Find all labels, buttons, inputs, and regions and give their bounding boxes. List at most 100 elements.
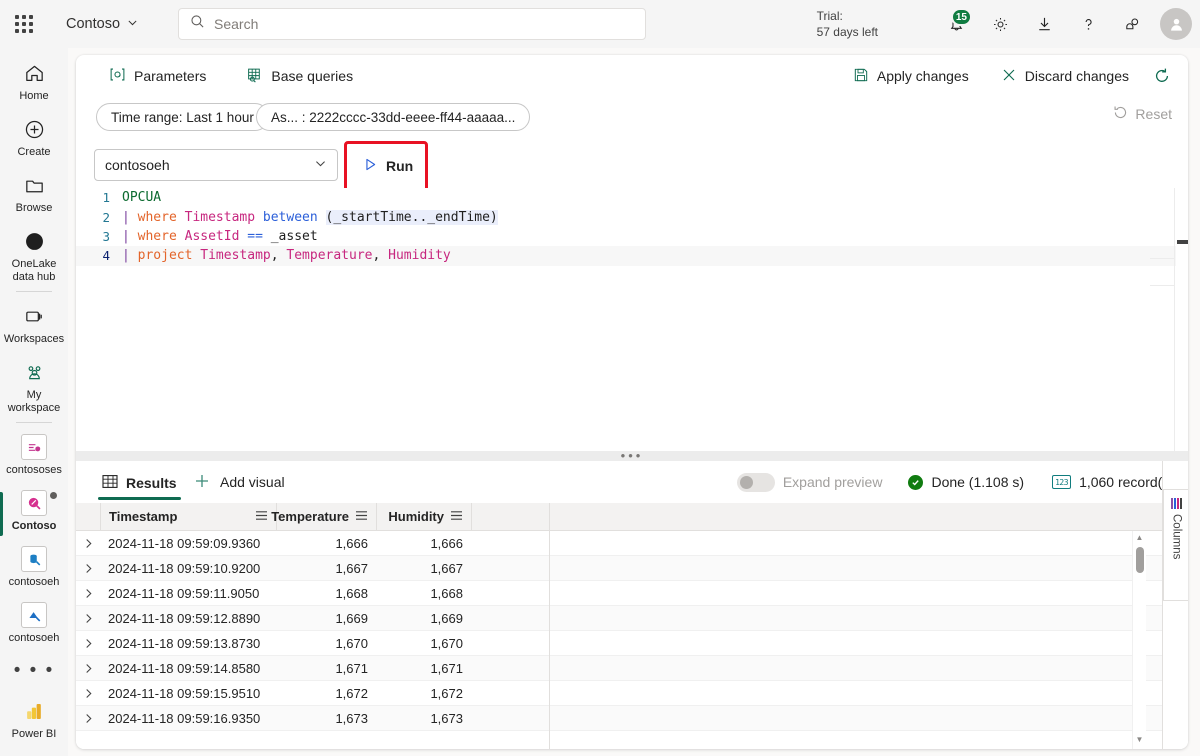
account-avatar[interactable] bbox=[1160, 8, 1192, 40]
chevron-right-icon[interactable] bbox=[76, 681, 100, 706]
hamburger-menu-icon[interactable] bbox=[450, 510, 463, 524]
chevron-right-icon[interactable] bbox=[76, 581, 100, 606]
app-launcher-icon[interactable] bbox=[0, 0, 48, 48]
cell-temperature: 1,670 bbox=[335, 635, 368, 651]
line-number: 4 bbox=[102, 248, 110, 264]
columns-panel-tab[interactable]: Columns bbox=[1163, 489, 1188, 601]
cell-temperature: 1,671 bbox=[335, 660, 368, 676]
feedback-icon[interactable] bbox=[1110, 0, 1154, 48]
discard-changes-button[interactable]: Discard changes bbox=[992, 61, 1138, 91]
editor-vertical-scrollbar[interactable] bbox=[1176, 188, 1188, 451]
reset-filters-button[interactable]: Reset bbox=[1113, 105, 1172, 123]
more-dots-icon: • • • bbox=[13, 660, 55, 681]
expand-preview-toggle[interactable] bbox=[736, 472, 775, 492]
column-header-humidity[interactable]: Humidity bbox=[376, 503, 471, 531]
column-header-label: Temperature bbox=[271, 509, 349, 524]
sidebar-item-contososes[interactable]: contososes bbox=[0, 428, 68, 484]
table-column-divider bbox=[549, 503, 550, 749]
help-icon[interactable] bbox=[1066, 0, 1110, 48]
sidebar-item-contoso[interactable]: Contoso bbox=[0, 484, 68, 540]
left-navigation: Home Create Browse OneLake data hub Work… bbox=[0, 48, 68, 756]
tab-results[interactable]: Results bbox=[98, 463, 181, 503]
sidebar-item-browse[interactable]: Browse bbox=[0, 166, 68, 222]
code-text: | where AssetId == _asset bbox=[122, 228, 318, 244]
base-queries-label: Base queries bbox=[271, 68, 354, 84]
cell-timestamp: 2024-11-18 09:59:11.9050 bbox=[108, 585, 260, 601]
database-select[interactable]: contosoeh bbox=[94, 149, 338, 181]
base-queries-button[interactable]: Base queries bbox=[237, 61, 362, 91]
chevron-right-icon[interactable] bbox=[76, 656, 100, 681]
chevron-right-icon[interactable] bbox=[76, 556, 100, 581]
cell-filler bbox=[471, 656, 1188, 681]
pane-splitter[interactable]: ••• bbox=[76, 448, 1188, 463]
scroll-up-arrow-icon[interactable]: ▲ bbox=[1136, 531, 1144, 545]
sidebar-item-label: contosoeh bbox=[8, 632, 60, 644]
table-row[interactable]: 2024-11-18 09:59:10.9200 1,667 1,667 bbox=[76, 556, 1188, 581]
sidebar-item-contosoeh-kql[interactable]: contosoeh bbox=[0, 596, 68, 652]
code-line[interactable]: 1 OPCUA bbox=[76, 188, 1188, 207]
query-editor-card: Parameters Base queries Apply changes Di… bbox=[76, 55, 1188, 749]
splitter-grip-icon: ••• bbox=[620, 448, 644, 463]
column-header-label: Humidity bbox=[388, 509, 444, 524]
parameters-button[interactable]: Parameters bbox=[100, 61, 215, 91]
asset-filter-pill[interactable]: As... : 2222cccc-33dd-eeee-ff44-aaaaa... bbox=[256, 103, 531, 131]
tenant-switcher[interactable]: Contoso bbox=[60, 12, 144, 36]
table-row[interactable]: 2024-11-18 09:59:16.9350 1,673 1,673 bbox=[76, 706, 1188, 731]
sidebar-item-my-workspace[interactable]: My workspace bbox=[0, 353, 68, 415]
column-header-temperature[interactable]: Temperature bbox=[271, 503, 376, 531]
cell-timestamp: 2024-11-18 09:59:13.8730 bbox=[108, 635, 261, 651]
hamburger-menu-icon[interactable] bbox=[245, 510, 268, 524]
sidebar-item-workspaces[interactable]: Workspaces bbox=[0, 297, 68, 353]
table-row[interactable]: 2024-11-18 09:59:15.9510 1,672 1,672 bbox=[76, 681, 1188, 706]
parameters-label: Parameters bbox=[134, 68, 207, 84]
chevron-right-icon[interactable] bbox=[76, 531, 100, 556]
editor-scroll-thumb[interactable] bbox=[1177, 240, 1188, 244]
kql-code-editor[interactable]: 1 OPCUA 2 | where Timestamp between (_start… bbox=[76, 188, 1188, 451]
time-range-pill[interactable]: Time range: Last 1 hour bbox=[96, 103, 269, 131]
time-range-label: Time range: Last 1 hour bbox=[111, 109, 254, 125]
table-row[interactable]: 2024-11-18 09:59:13.8730 1,670 1,670 bbox=[76, 631, 1188, 656]
add-visual-label: Add visual bbox=[220, 474, 285, 490]
downloads-icon[interactable] bbox=[1022, 0, 1066, 48]
notifications-icon[interactable]: 15 bbox=[934, 0, 978, 48]
settings-icon[interactable] bbox=[978, 0, 1022, 48]
query-status-label: Done (1.108 s) bbox=[931, 474, 1025, 490]
add-visual-button[interactable]: Add visual bbox=[189, 467, 289, 497]
search-input[interactable]: Search bbox=[178, 8, 646, 40]
table-row[interactable]: 2024-11-18 09:59:11.9050 1,668 1,668 bbox=[76, 581, 1188, 606]
sidebar-item-onelake-data-hub[interactable]: OneLake data hub bbox=[0, 222, 68, 284]
parameters-icon bbox=[109, 67, 126, 85]
code-line[interactable]: 2 | where Timestamp between (_startTime..… bbox=[76, 207, 1188, 226]
status-dot bbox=[50, 492, 57, 499]
expand-preview-toggle-group[interactable]: Expand preview bbox=[736, 472, 882, 492]
chevron-down-icon bbox=[127, 16, 138, 32]
sidebar-item-home[interactable]: Home bbox=[0, 54, 68, 110]
sidebar-more-button[interactable]: • • • bbox=[0, 652, 68, 692]
table-vertical-scrollbar[interactable]: ▲ ▼ bbox=[1132, 531, 1146, 749]
play-icon bbox=[363, 157, 378, 175]
apply-changes-button[interactable]: Apply changes bbox=[844, 61, 978, 91]
run-button[interactable]: Run bbox=[353, 150, 423, 182]
column-header-timestamp[interactable]: Timestamp bbox=[100, 503, 276, 531]
search-placeholder: Search bbox=[214, 16, 259, 32]
scroll-down-arrow-icon[interactable]: ▼ bbox=[1136, 733, 1144, 747]
hamburger-menu-icon[interactable] bbox=[355, 510, 368, 524]
command-bar: Parameters Base queries Apply changes Di… bbox=[76, 55, 1188, 97]
cell-timestamp: 2024-11-18 09:59:09.9360 bbox=[108, 535, 261, 551]
chevron-right-icon[interactable] bbox=[76, 706, 100, 731]
table-row[interactable]: 2024-11-18 09:59:12.8890 1,669 1,669 bbox=[76, 606, 1188, 631]
sidebar-item-create[interactable]: Create bbox=[0, 110, 68, 166]
table-row[interactable]: 2024-11-18 09:59:09.9360 1,666 1,666 bbox=[76, 531, 1188, 556]
table-scroll-thumb[interactable] bbox=[1135, 547, 1144, 573]
refresh-icon[interactable] bbox=[1146, 61, 1178, 91]
kql-queryset-icon bbox=[21, 490, 47, 516]
sidebar-item-power-bi[interactable]: Power BI bbox=[0, 692, 68, 748]
chevron-right-icon[interactable] bbox=[76, 606, 100, 631]
sidebar-item-contosoeh-db[interactable]: contosoeh bbox=[0, 540, 68, 596]
code-line[interactable]: 3 | where AssetId == _asset bbox=[76, 227, 1188, 246]
chevron-right-icon[interactable] bbox=[76, 631, 100, 656]
table-header-row: Timestamp Temperature Humidity bbox=[76, 503, 1188, 531]
cell-temperature: 1,666 bbox=[335, 535, 368, 551]
code-line[interactable]: 4 | project Timestamp, Temperature, Humid… bbox=[76, 246, 1188, 266]
table-row[interactable]: 2024-11-18 09:59:14.8580 1,671 1,671 bbox=[76, 656, 1188, 681]
